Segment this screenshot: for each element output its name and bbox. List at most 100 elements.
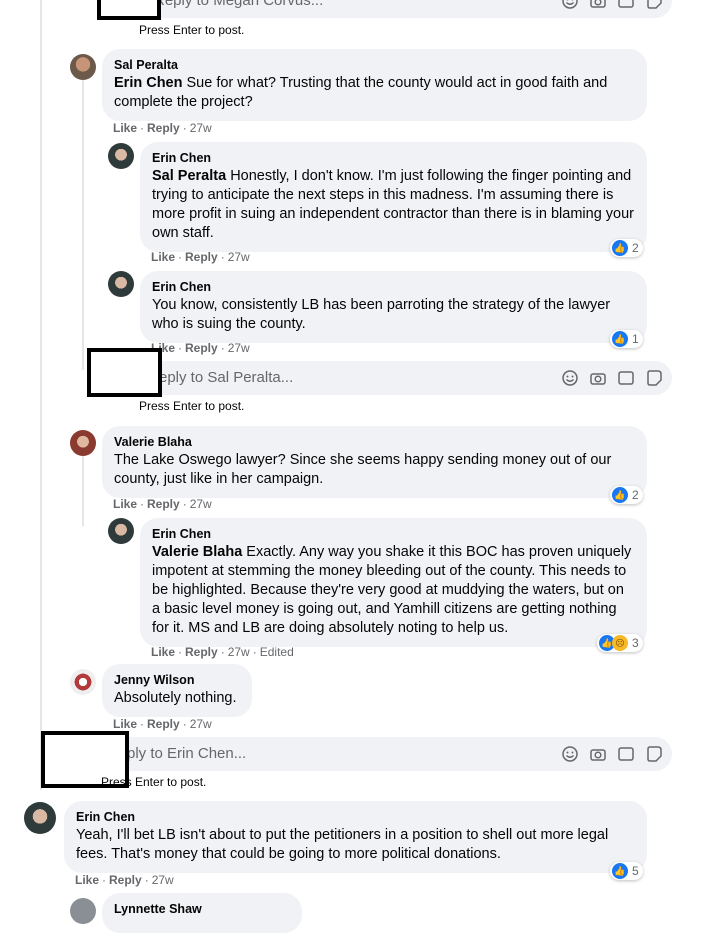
reply-input[interactable]: eply to Sal Peralta... [140,361,672,395]
gif-icon[interactable] [616,368,636,388]
like-link[interactable]: Like [75,873,99,887]
reaction-count: 2 [632,488,639,502]
reply-link[interactable]: Reply [147,717,180,731]
reply-tools [560,744,664,764]
avatar[interactable] [70,54,96,80]
timestamp[interactable]: 27w [228,250,250,264]
reaction-summary[interactable]: 👍 5 [610,862,643,880]
like-link[interactable]: Like [113,717,137,731]
like-link[interactable]: Like [113,121,137,135]
comment-actions: Like · Reply · 27w [151,341,250,355]
comment-author[interactable]: Erin Chen [152,150,635,166]
reply-link[interactable]: Reply [147,497,180,511]
timestamp[interactable]: 27w [190,497,212,511]
reply-link[interactable]: Reply [185,645,218,659]
emoji-icon[interactable] [560,0,580,11]
sad-reaction-icon: ☹ [612,635,628,651]
comment-bubble: Lynnette Shaw [102,893,302,933]
reply-tools [560,368,664,388]
avatar[interactable] [108,271,134,297]
like-link[interactable]: Like [151,250,175,264]
reaction-summary[interactable]: 👍 ☹ 3 [597,634,643,652]
timestamp[interactable]: 27w [228,341,250,355]
reaction-summary[interactable]: 👍 1 [610,330,643,348]
comment-actions: Like · Reply · 27w [75,873,174,887]
camera-icon[interactable] [588,0,608,11]
emoji-icon[interactable] [560,368,580,388]
like-link[interactable]: Like [113,497,137,511]
comment-bubble: Sal Peralta Erin Chen Sue for what? Trus… [102,49,647,121]
comment-author[interactable]: Erin Chen [76,809,635,825]
gif-icon[interactable] [616,0,636,11]
thread-line [82,456,84,526]
edited-label[interactable]: Edited [260,645,294,659]
thread-line [82,80,84,370]
avatar[interactable] [108,143,134,169]
sticker-icon[interactable] [644,368,664,388]
comment-bubble: Jenny Wilson Absolutely nothing. [102,664,252,717]
comment-author[interactable]: Erin Chen [152,279,635,295]
comment-text: Sue for what? Trusting that the county w… [114,75,608,110]
comment-bubble: Valerie Blaha The Lake Oswego lawyer? Si… [102,426,647,498]
timestamp[interactable]: 27w [190,121,212,135]
reaction-summary[interactable]: 👍 2 [610,486,643,504]
reaction-count: 2 [632,241,639,255]
like-reaction-icon: 👍 [612,331,628,347]
mention-link[interactable]: Sal Peralta [152,168,226,184]
camera-icon[interactable] [588,368,608,388]
reply-link[interactable]: Reply [185,250,218,264]
comment-author[interactable]: Erin Chen [152,526,635,542]
comment-author[interactable]: Sal Peralta [114,57,635,73]
press-enter-hint: Press Enter to post. [139,23,245,37]
timestamp[interactable]: 27w [228,645,250,659]
avatar[interactable] [70,898,96,924]
comment-actions: Like · Reply · 27w · Edited [151,645,294,659]
mention-link[interactable]: Erin Chen [114,75,182,91]
comment-bubble: Erin Chen Yeah, I'll bet LB isn't about … [64,801,647,873]
reply-input[interactable]: ply to Erin Chen... [102,737,672,771]
reaction-count: 3 [632,636,639,650]
avatar[interactable] [24,802,56,834]
like-reaction-icon: 👍 [612,863,628,879]
comment-bubble: Erin Chen Sal Peralta Honestly, I don't … [140,142,647,252]
reply-link[interactable]: Reply [109,873,142,887]
reaction-count: 1 [632,332,639,346]
comment-actions: Like · Reply · 27w [113,497,212,511]
comment-actions: Like · Reply · 27w [113,717,212,731]
comment-author[interactable]: Lynnette Shaw [114,901,290,917]
comment-actions: Like · Reply · 27w [151,250,250,264]
reply-tools [560,0,664,11]
reply-link[interactable]: Reply [185,341,218,355]
reply-placeholder: eply to Sal Peralta... [159,369,294,386]
redacted-avatar [87,348,162,397]
avatar[interactable] [108,518,134,544]
reaction-summary[interactable]: 👍 2 [610,239,643,257]
mention-link[interactable]: Valerie Blaha [152,544,242,560]
reply-placeholder: ply to Erin Chen... [127,745,247,762]
timestamp[interactable]: 27w [190,717,212,731]
comment-bubble: Erin Chen You know, consistently LB has … [140,271,647,343]
gif-icon[interactable] [616,744,636,764]
sticker-icon[interactable] [644,0,664,11]
comment-text: Absolutely nothing. [114,690,237,706]
like-link[interactable]: Like [151,645,175,659]
reply-placeholder: Reply to Megan Corvus... [154,0,324,9]
reply-link[interactable]: Reply [147,121,180,135]
camera-icon[interactable] [588,744,608,764]
comment-author[interactable]: Valerie Blaha [114,434,635,450]
comment-text: The Lake Oswego lawyer? Since she seems … [114,452,612,487]
redacted-avatar [97,0,161,20]
press-enter-hint: Press Enter to post. [101,775,207,789]
comment-author[interactable]: Jenny Wilson [114,672,240,688]
reply-input[interactable]: Reply to Megan Corvus... [140,0,672,18]
comment-bubble: Erin Chen Valerie Blaha Exactly. Any way… [140,518,647,647]
timestamp[interactable]: 27w [152,873,174,887]
avatar[interactable] [70,669,96,695]
comment-text: Yeah, I'll bet LB isn't about to put the… [76,827,609,862]
comment-actions: Like · Reply · 27w [113,121,212,135]
reaction-count: 5 [632,864,639,878]
emoji-icon[interactable] [560,744,580,764]
avatar[interactable] [70,430,96,456]
thread-line [40,0,42,790]
sticker-icon[interactable] [644,744,664,764]
